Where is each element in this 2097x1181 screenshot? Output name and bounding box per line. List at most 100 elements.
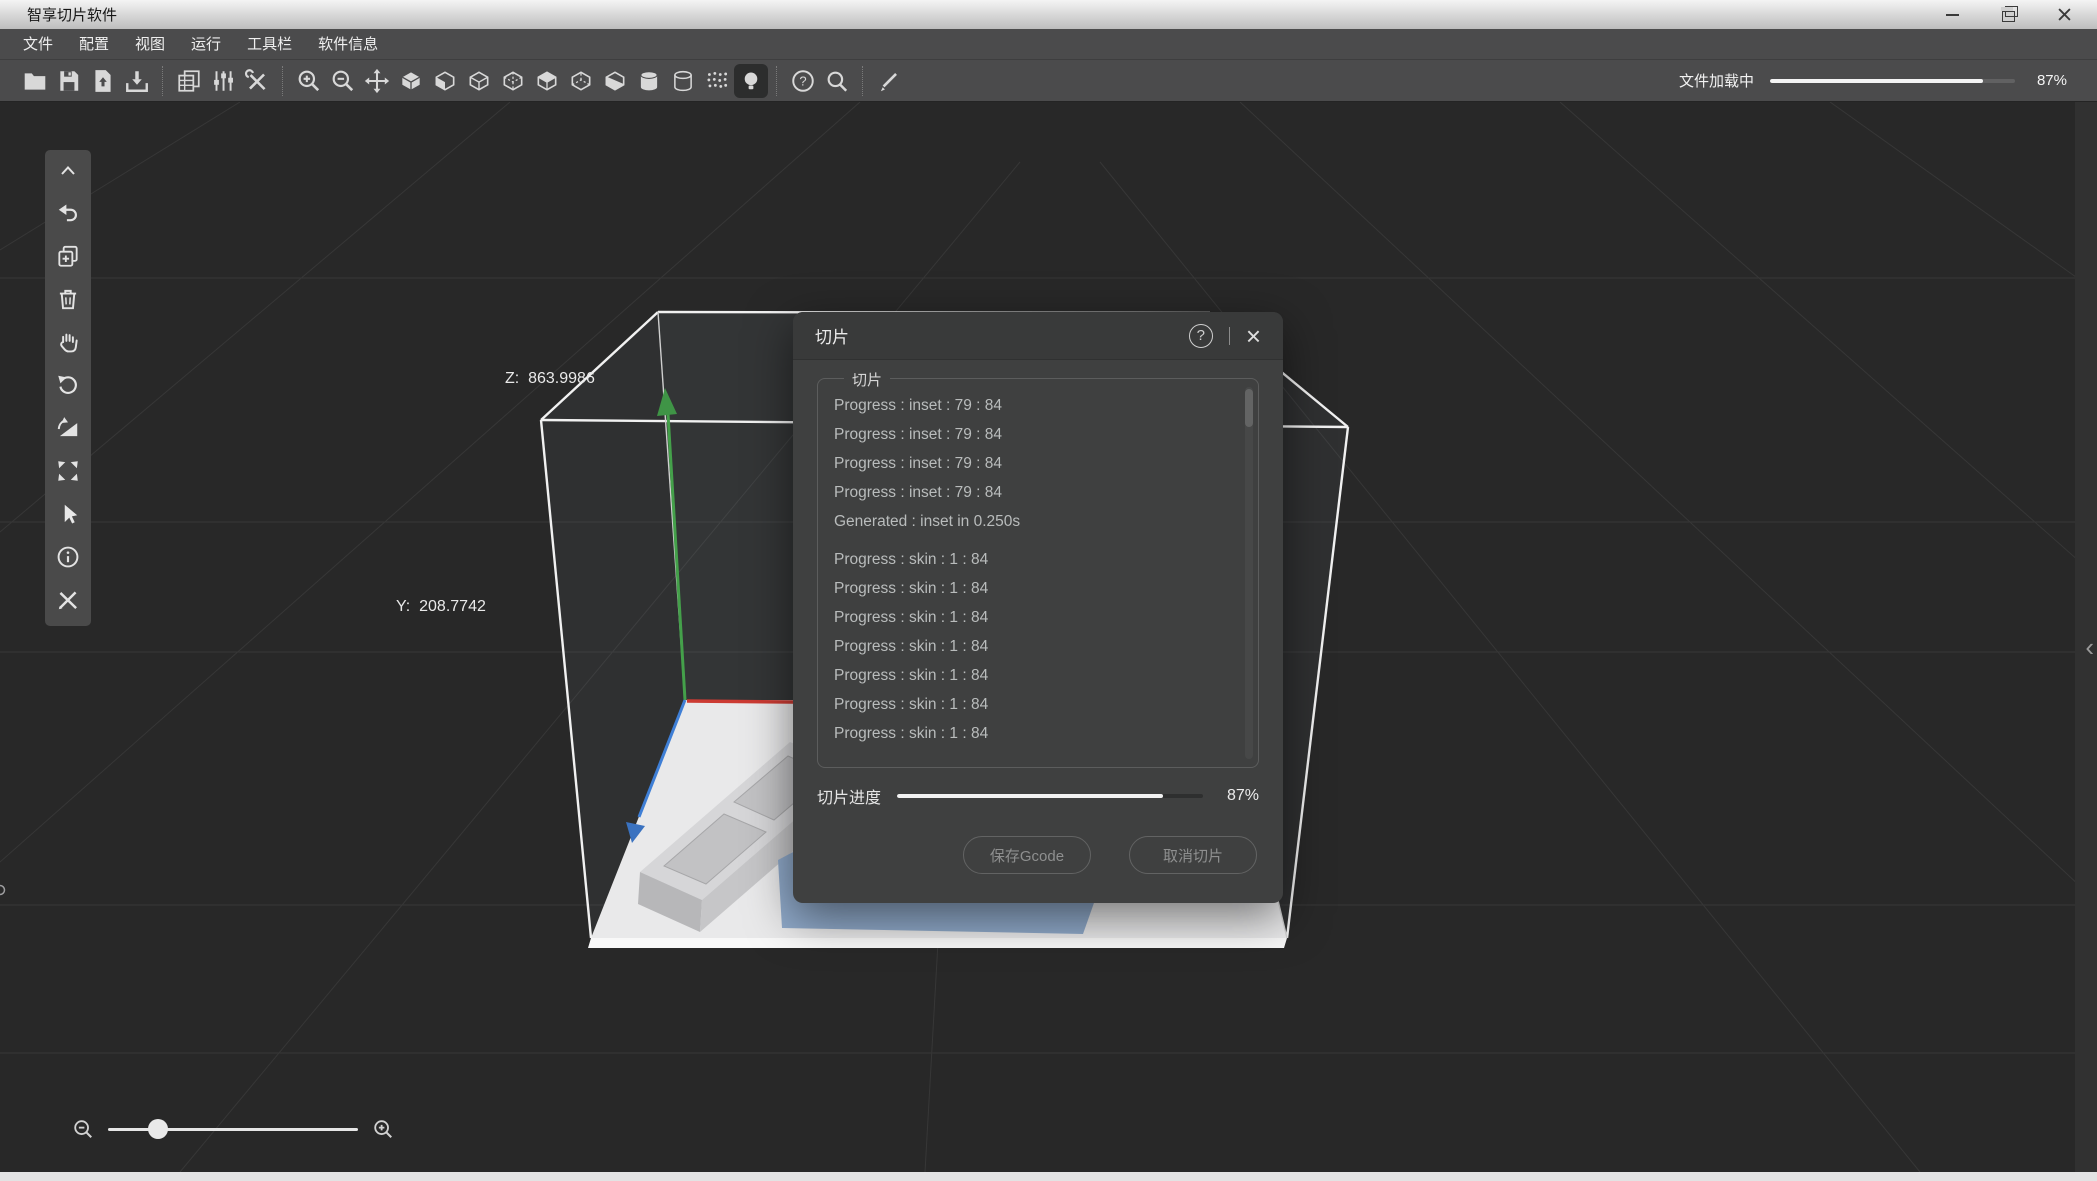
toolbar-separator bbox=[162, 66, 164, 96]
view-solid-icon[interactable] bbox=[394, 64, 428, 98]
restore-button[interactable] bbox=[1997, 5, 2019, 25]
view-wireframe-dashed-icon[interactable] bbox=[496, 64, 530, 98]
duplicate-icon[interactable] bbox=[53, 242, 83, 270]
view-solid-top-icon[interactable] bbox=[530, 64, 564, 98]
slice-dialog-title: 切片 bbox=[815, 323, 849, 348]
window-controls bbox=[1941, 5, 2075, 25]
menu-about[interactable]: 软件信息 bbox=[305, 29, 391, 60]
open-file-icon[interactable] bbox=[18, 64, 52, 98]
menu-file[interactable]: 文件 bbox=[10, 29, 66, 60]
dialog-close-icon[interactable]: × bbox=[1246, 324, 1261, 348]
panel-collapse-chevron[interactable]: ‹ bbox=[2085, 634, 2094, 660]
slice-progress-fill bbox=[897, 794, 1163, 798]
log-line: Progress : inset : 79 : 84 bbox=[834, 478, 1228, 507]
menu-config[interactable]: 配置 bbox=[66, 29, 122, 60]
zoom-slider-knob[interactable] bbox=[148, 1119, 168, 1139]
file-loading-label: 文件加载中 bbox=[1679, 70, 1754, 91]
view-wireframe-back-icon[interactable] bbox=[564, 64, 598, 98]
fit-view-icon[interactable] bbox=[53, 457, 83, 485]
log-line: Progress : inset : 79 : 84 bbox=[834, 420, 1228, 449]
copy-plate-icon[interactable] bbox=[172, 64, 206, 98]
file-loading-progressbar bbox=[1770, 79, 2015, 83]
y-axis-label: Y: 208.7742 bbox=[396, 598, 486, 616]
settings-sliders-icon[interactable] bbox=[206, 64, 240, 98]
repair-tools-icon[interactable] bbox=[53, 586, 83, 614]
view-cutaway-icon[interactable] bbox=[598, 64, 632, 98]
view-cylinder-icon[interactable] bbox=[632, 64, 666, 98]
close-button[interactable] bbox=[2053, 5, 2075, 25]
zoom-in-icon[interactable] bbox=[372, 1118, 394, 1140]
dialog-button-row: 保存Gcode 取消切片 bbox=[817, 836, 1259, 874]
info-icon[interactable] bbox=[53, 543, 83, 571]
log-line: Progress : inset : 79 : 84 bbox=[834, 391, 1228, 420]
log-line: Progress : skin : 1 : 84 bbox=[834, 574, 1228, 603]
log-line: Progress : skin : 1 : 84 bbox=[834, 690, 1228, 719]
annotate-pen-icon[interactable] bbox=[872, 64, 906, 98]
build-plate-edge bbox=[588, 938, 1287, 948]
slice-progress-row: 切片进度 87% bbox=[817, 784, 1259, 808]
window-title: 智享切片软件 bbox=[27, 4, 117, 25]
save-gcode-button[interactable]: 保存Gcode bbox=[963, 836, 1091, 874]
select-cursor-icon[interactable] bbox=[53, 500, 83, 528]
rotate-icon[interactable] bbox=[53, 371, 83, 399]
delete-icon[interactable] bbox=[53, 285, 83, 313]
toolbar-separator bbox=[776, 66, 778, 96]
undo-icon[interactable] bbox=[53, 199, 83, 227]
window-titlebar: 智享切片软件 bbox=[0, 0, 2097, 30]
cancel-slice-button[interactable]: 取消切片 bbox=[1129, 836, 1257, 874]
menu-run[interactable]: 运行 bbox=[178, 29, 234, 60]
minimize-button[interactable] bbox=[1941, 5, 1963, 25]
close-icon bbox=[2058, 8, 2071, 21]
menu-view[interactable]: 视图 bbox=[122, 29, 178, 60]
toolbar-separator bbox=[282, 66, 284, 96]
slice-log-group-label: 切片 bbox=[844, 369, 890, 390]
log-scrollbar-thumb[interactable] bbox=[1245, 389, 1253, 427]
search-icon[interactable] bbox=[820, 64, 854, 98]
view-left-face-icon[interactable] bbox=[428, 64, 462, 98]
zoom-slider-track[interactable] bbox=[108, 1128, 358, 1131]
view-points-icon[interactable] bbox=[700, 64, 734, 98]
viewport-zoom-bar bbox=[72, 1118, 394, 1140]
dialog-titlebar-divider bbox=[1229, 327, 1230, 345]
import-icon[interactable] bbox=[86, 64, 120, 98]
dialog-help-icon[interactable]: ? bbox=[1189, 324, 1213, 348]
slice-progress-percent: 87% bbox=[1219, 787, 1259, 805]
side-tool-palette bbox=[45, 150, 91, 626]
file-loading-indicator: 文件加载中 87% bbox=[1679, 70, 2067, 91]
z-axis-label: Z: 863.9986 bbox=[505, 370, 595, 388]
log-line: Progress : skin : 1 : 84 bbox=[834, 632, 1228, 661]
export-icon[interactable] bbox=[120, 64, 154, 98]
menu-bar: 文件 配置 视图 运行 工具栏 软件信息 bbox=[0, 29, 2097, 60]
slice-log-list[interactable]: Progress : inset : 79 : 84 Progress : in… bbox=[818, 379, 1258, 749]
zoom-in-icon[interactable] bbox=[292, 64, 326, 98]
light-toggle-icon[interactable] bbox=[734, 64, 768, 98]
slice-dialog-titlebar[interactable]: 切片 ? × bbox=[793, 312, 1283, 360]
view-wireframe-icon[interactable] bbox=[462, 64, 496, 98]
pan-hand-icon[interactable] bbox=[53, 328, 83, 356]
file-loading-progress-fill bbox=[1770, 79, 1983, 83]
file-loading-percent: 87% bbox=[2031, 72, 2067, 89]
menu-toolbar[interactable]: 工具栏 bbox=[234, 29, 305, 60]
save-icon[interactable] bbox=[52, 64, 86, 98]
log-scrollbar[interactable] bbox=[1245, 387, 1253, 759]
toolbar-separator bbox=[862, 66, 864, 96]
log-line: Progress : inset : 79 : 84 bbox=[834, 449, 1228, 478]
log-line: Progress : skin : 1 : 84 bbox=[834, 545, 1228, 574]
move-view-icon[interactable] bbox=[360, 64, 394, 98]
zoom-out-icon[interactable] bbox=[72, 1118, 94, 1140]
slice-log-groupbox: 切片 Progress : inset : 79 : 84 Progress :… bbox=[817, 378, 1259, 768]
svg-text:?: ? bbox=[799, 73, 806, 88]
help-icon[interactable]: ? bbox=[786, 64, 820, 98]
repair-tools-icon[interactable] bbox=[240, 64, 274, 98]
slice-progress-label: 切片进度 bbox=[817, 784, 881, 808]
slice-dialog: 切片 ? × 切片 Progress : inset : 79 : 84 Pro… bbox=[793, 312, 1283, 903]
view-cylinder-wireframe-icon[interactable] bbox=[666, 64, 700, 98]
mirror-scale-icon[interactable] bbox=[53, 414, 83, 442]
log-line: Progress : skin : 1 : 84 bbox=[834, 719, 1228, 748]
collapse-up-icon[interactable] bbox=[53, 156, 83, 184]
slice-progressbar bbox=[897, 794, 1203, 798]
zoom-out-icon[interactable] bbox=[326, 64, 360, 98]
log-line: Progress : skin : 1 : 84 bbox=[834, 661, 1228, 690]
restore-icon bbox=[2002, 11, 2015, 22]
app-window: { "window": { "title": "智享切片软件", "contro… bbox=[0, 0, 2097, 1181]
